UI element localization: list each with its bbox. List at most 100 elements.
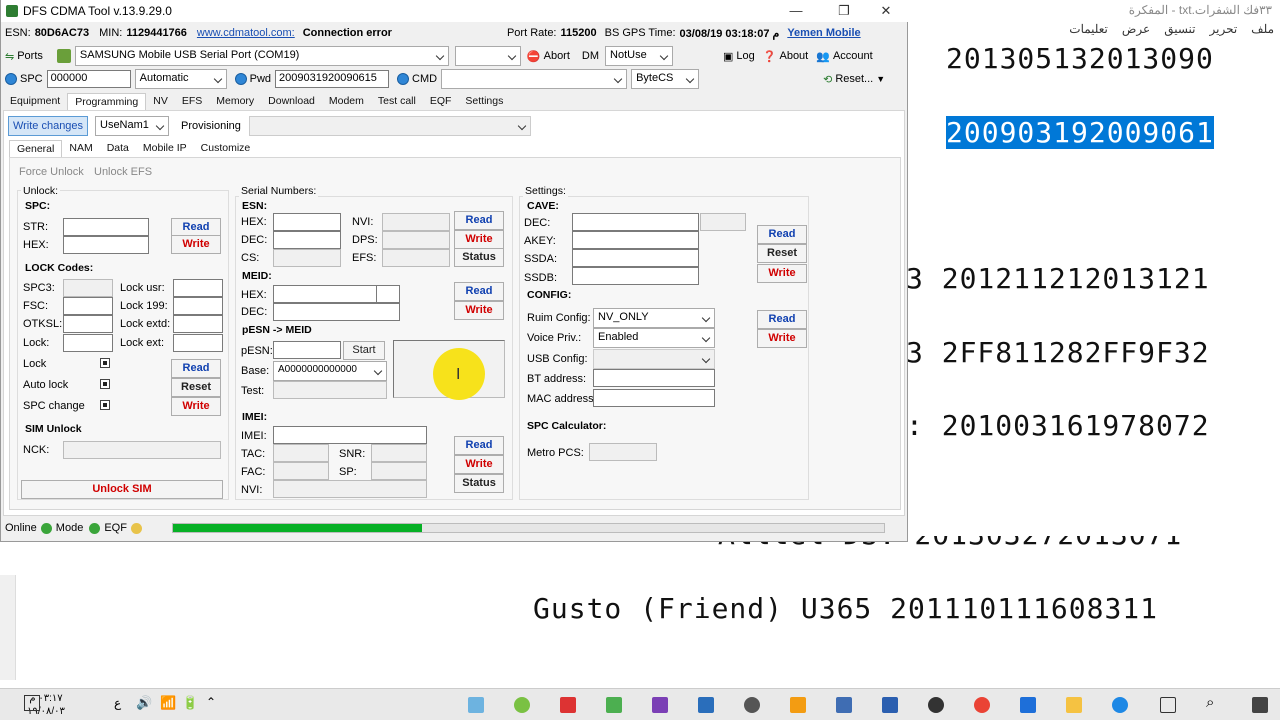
subtab-customize[interactable]: Customize	[194, 140, 258, 157]
app4-taskbar-icon[interactable]	[698, 697, 714, 713]
lock-extd-input[interactable]	[173, 315, 223, 333]
config-read-button[interactable]: Read	[757, 310, 807, 329]
meid-dec-input[interactable]	[273, 303, 400, 321]
defender-icon[interactable]	[1020, 697, 1036, 713]
tab-equipment[interactable]: Equipment	[3, 93, 67, 110]
subtab-data[interactable]: Data	[100, 140, 136, 157]
spc-input[interactable]: 000000	[46, 70, 131, 88]
meid-read-button[interactable]: Read	[454, 282, 504, 301]
tab-nv[interactable]: NV	[146, 93, 175, 110]
nck-input[interactable]	[63, 441, 221, 459]
app3-taskbar-icon[interactable]	[606, 697, 622, 713]
mac-input[interactable]	[593, 389, 715, 407]
menu-file[interactable]: ملف	[1251, 22, 1274, 40]
subtab-nam[interactable]: NAM	[62, 140, 99, 157]
maximize-icon[interactable]: ❐	[821, 0, 867, 22]
spc-mode-select[interactable]: Automatic	[134, 69, 227, 89]
abort-button[interactable]: ⛔ Abort	[527, 50, 570, 63]
esn-write-button[interactable]: Write	[454, 230, 504, 249]
tab-memory[interactable]: Memory	[209, 93, 261, 110]
dm-select[interactable]: NotUse	[605, 46, 674, 66]
subtab-mobile-ip[interactable]: Mobile IP	[136, 140, 194, 157]
esn-cs-input[interactable]	[273, 249, 341, 267]
menu-edit[interactable]: تحرير	[1210, 22, 1238, 40]
lock-write-button[interactable]: Write	[171, 397, 221, 416]
wifi-app-taskbar-icon[interactable]	[514, 697, 530, 713]
app-taskbar-icon[interactable]	[468, 697, 484, 713]
pesn-start-button[interactable]: Start	[343, 341, 385, 360]
phone-icon[interactable]	[56, 49, 71, 63]
language-indicator[interactable]: ع	[114, 696, 121, 710]
bytecs-select[interactable]: ByteCS	[631, 69, 700, 89]
site-link[interactable]: www.cdmatool.com:	[197, 27, 295, 39]
snr-input[interactable]	[371, 444, 427, 462]
usb-select[interactable]	[593, 349, 715, 369]
auto-lock-checkbox[interactable]	[100, 379, 110, 389]
unlock-sim-button[interactable]: Unlock SIM	[21, 480, 223, 499]
lock-usr-input[interactable]	[173, 279, 223, 297]
str-input[interactable]	[63, 218, 149, 236]
wifi-icon[interactable]: 📶	[160, 695, 176, 711]
aux-select[interactable]	[454, 46, 521, 66]
spc-button[interactable]: SPC	[5, 73, 43, 85]
akey-input[interactable]	[572, 231, 699, 249]
cave-check-input[interactable]	[700, 213, 746, 231]
esn-hex-input[interactable]	[273, 213, 341, 231]
about-button[interactable]: ❓ About	[763, 50, 808, 63]
cmd-select[interactable]	[441, 69, 628, 89]
clock[interactable]: ٠٣:١٧ م ١٩/٠٨/٠٣	[6, 692, 86, 718]
base-select[interactable]: A0000000000000	[273, 361, 387, 381]
minimize-icon[interactable]: —	[773, 0, 819, 22]
pwd-input[interactable]: 2009031920090615	[275, 70, 390, 88]
metro-pcs-input[interactable]	[589, 443, 657, 461]
test-input[interactable]	[273, 381, 387, 399]
menu-format[interactable]: تنسيق	[1164, 22, 1195, 40]
ssdb-input[interactable]	[572, 267, 699, 285]
imei-input[interactable]	[273, 426, 427, 444]
nvi-input[interactable]	[382, 213, 450, 231]
esn-status-button[interactable]: Status	[454, 248, 504, 267]
efs-input[interactable]	[382, 249, 450, 267]
meid-check-input[interactable]	[376, 285, 400, 303]
ruim-select[interactable]: NV_ONLY	[593, 308, 715, 328]
tab-modem[interactable]: Modem	[322, 93, 371, 110]
menu-help[interactable]: تعليمات	[1069, 22, 1108, 40]
otksl-input[interactable]	[63, 315, 113, 333]
cave-reset-button[interactable]: Reset	[757, 244, 807, 263]
esn-read-button[interactable]: Read	[454, 211, 504, 230]
app5-taskbar-icon[interactable]	[790, 697, 806, 713]
ports-button[interactable]: ⇋ Ports	[5, 50, 43, 63]
meid-write-button[interactable]: Write	[454, 301, 504, 320]
provisioning-select[interactable]	[249, 116, 531, 136]
lock-checkbox[interactable]	[100, 358, 110, 368]
pesn-input[interactable]	[273, 341, 341, 359]
tab-eqf[interactable]: EQF	[423, 93, 459, 110]
cmd-button[interactable]: CMD	[397, 73, 437, 85]
menu-view[interactable]: عرض	[1122, 22, 1150, 40]
force-unlock-link[interactable]: Force Unlock	[19, 166, 84, 178]
voice-select[interactable]: Enabled	[593, 328, 715, 348]
nam-select[interactable]: UseNam1	[95, 116, 169, 136]
lock-reset-button[interactable]: Reset	[171, 378, 221, 397]
imei-nvi-input[interactable]	[273, 480, 427, 498]
app2-taskbar-icon[interactable]	[560, 697, 576, 713]
reset-menu-button[interactable]: ⟲ Reset... ▼	[823, 73, 885, 86]
write-changes-button[interactable]: Write changes	[8, 116, 88, 136]
account-button[interactable]: 👥 Account	[816, 50, 872, 63]
meid-hex-input[interactable]	[273, 285, 377, 303]
visual-studio-taskbar-icon[interactable]	[652, 697, 668, 713]
spc-change-checkbox[interactable]	[100, 400, 110, 410]
esn-dec-input[interactable]	[273, 231, 341, 249]
operator-link[interactable]: Yemen Mobile	[787, 27, 860, 39]
fac-input[interactable]	[273, 462, 329, 480]
log-button[interactable]: ▣ Log	[723, 50, 755, 63]
lock-199-input[interactable]	[173, 297, 223, 315]
sp-input[interactable]	[371, 462, 427, 480]
spc-write-button[interactable]: Write	[171, 235, 221, 254]
ssda-input[interactable]	[572, 249, 699, 267]
cave-dec-input[interactable]	[572, 213, 699, 231]
chevron-up-icon[interactable]: ⌃	[206, 695, 216, 709]
dps-input[interactable]	[382, 231, 450, 249]
file-explorer-icon[interactable]	[1066, 697, 1082, 713]
scrollbar[interactable]	[0, 575, 16, 680]
